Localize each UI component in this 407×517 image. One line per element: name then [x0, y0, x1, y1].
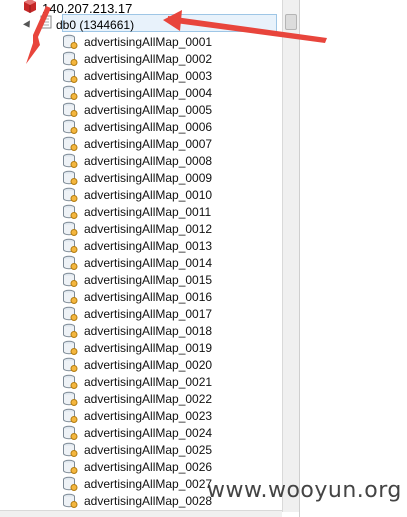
annotation-arrows [26, 6, 327, 64]
arrow-to-server [26, 6, 51, 64]
watermark: www.wooyun.org [207, 478, 402, 503]
arrow-to-database-head [163, 10, 182, 31]
arrow-to-database [168, 16, 327, 43]
